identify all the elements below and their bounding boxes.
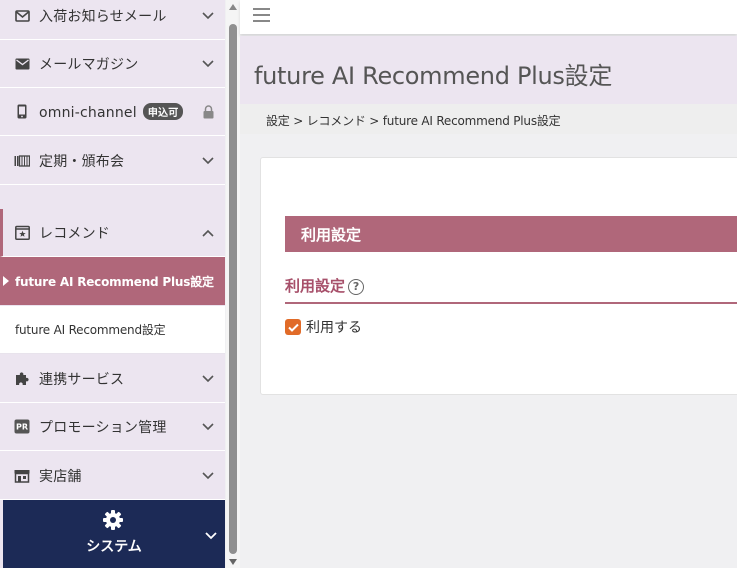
field-label-text: 利用設定: [285, 277, 346, 295]
sidebar-scrollbar[interactable]: [226, 0, 240, 568]
settings-card: 利用設定 利用設定? 利用する: [260, 157, 737, 395]
page-title: future AI Recommend Plus設定: [254, 62, 613, 90]
sidebar-item-store[interactable]: 実店舗: [0, 452, 225, 500]
sidebar-item-mail-magazine[interactable]: メールマガジン: [0, 40, 225, 88]
star-box-icon: [14, 225, 30, 241]
chevron-down-icon: [201, 154, 215, 168]
sidebar-item-promotion[interactable]: PR プロモーション管理: [0, 403, 225, 451]
sidebar-item-label: メールマガジン: [39, 56, 139, 73]
section-header: 利用設定: [285, 216, 737, 252]
sidebar-item-label: 入荷お知らせメール: [39, 8, 167, 25]
svg-text:PR: PR: [16, 423, 28, 432]
chevron-up-icon: [201, 226, 215, 240]
field-label: 利用設定?: [285, 275, 365, 296]
chevron-down-icon: [201, 9, 215, 23]
status-badge: 申込可: [142, 102, 184, 120]
lock-icon: [201, 104, 215, 119]
scroll-thumb[interactable]: [229, 24, 237, 554]
sidebar-item-label: プロモーション管理: [39, 419, 167, 436]
pr-icon: PR: [14, 419, 30, 435]
sidebar-item-label: システム: [86, 539, 142, 555]
mobile-icon: [14, 104, 30, 120]
envelope-outline-icon: [14, 8, 30, 24]
title-area: future AI Recommend Plus設定: [240, 36, 737, 104]
sidebar: 入荷お知らせメール メールマガジン omni-channel 申込可 定期・頒布会…: [0, 0, 225, 568]
use-checkbox-row[interactable]: 利用する: [285, 317, 362, 337]
main-content: future AI Recommend Plus設定 設定 > レコメンド > …: [240, 0, 737, 568]
sidebar-subitem-ai-recommend[interactable]: future AI Recommend設定: [0, 306, 225, 354]
breadcrumb-bar: 設定 > レコメンド > future AI Recommend Plus設定: [240, 104, 737, 134]
chevron-down-icon: [201, 420, 215, 434]
sidebar-item-omni-channel[interactable]: omni-channel 申込可: [0, 88, 225, 136]
sidebar-item-label: 連携サービス: [39, 371, 125, 388]
sidebar-item-label: omni-channel: [39, 104, 137, 121]
sidebar-item-restock-mail[interactable]: 入荷お知らせメール: [0, 0, 225, 40]
sidebar-item-label: レコメンド: [39, 225, 110, 242]
sidebar-subitem-label: future AI Recommend設定: [15, 323, 166, 337]
checkmark-icon: [287, 323, 299, 332]
sidebar-subitem-ai-recommend-plus[interactable]: future AI Recommend Plus設定: [0, 257, 225, 305]
chevron-down-icon: [201, 57, 215, 71]
subscription-icon: [14, 153, 30, 169]
sidebar-item-system[interactable]: システム: [3, 500, 225, 568]
hamburger-icon[interactable]: [253, 8, 270, 22]
sidebar-item-subscription[interactable]: 定期・頒布会: [0, 137, 225, 185]
sidebar-item-integrations[interactable]: 連携サービス: [0, 355, 225, 403]
breadcrumb: 設定 > レコメンド > future AI Recommend Plus設定: [266, 114, 561, 128]
checkbox-label: 利用する: [306, 320, 362, 336]
puzzle-icon: [14, 371, 30, 387]
help-icon[interactable]: ?: [348, 279, 365, 295]
use-checkbox[interactable]: [285, 319, 301, 335]
sidebar-item-label: 定期・頒布会: [39, 153, 125, 170]
sidebar-item-label: 実店舗: [39, 468, 82, 485]
envelope-icon: [14, 56, 30, 72]
scroll-up-icon[interactable]: [229, 4, 237, 10]
sidebar-subitem-label: future AI Recommend Plus設定: [15, 274, 214, 289]
chevron-down-icon: [205, 525, 219, 540]
chevron-down-icon: [201, 469, 215, 483]
store-icon: [14, 468, 30, 484]
sidebar-item-recommend[interactable]: レコメンド: [0, 209, 225, 257]
field-divider: [285, 302, 737, 304]
active-arrow-icon: [3, 276, 9, 286]
gear-icon: [102, 509, 124, 531]
scroll-down-icon[interactable]: [229, 559, 237, 565]
top-bar: [240, 0, 737, 34]
chevron-down-icon: [201, 372, 215, 386]
